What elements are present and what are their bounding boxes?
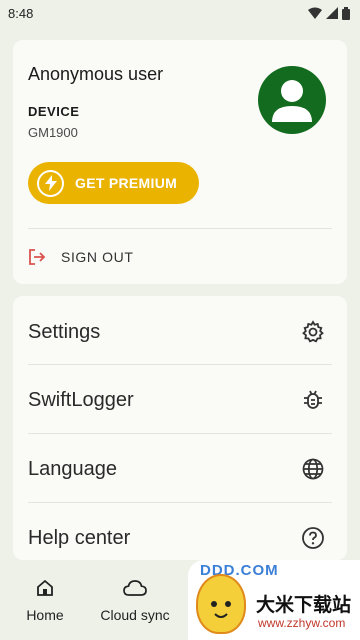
nav-item-cloud-sync[interactable]: Cloud sync — [95, 560, 175, 640]
mascot-icon — [196, 574, 246, 634]
menu-item-language[interactable]: Language — [13, 435, 347, 503]
globe-icon — [302, 458, 324, 480]
menu-item-label: Settings — [28, 320, 101, 343]
watermark-logo: DDD.COM 大米下载站 www.zzhyw.com — [188, 560, 360, 640]
menu-item-label: SwiftLogger — [28, 388, 134, 411]
profile-card: Anonymous user DEVICE GM1900 GET PREMIUM… — [13, 40, 347, 284]
avatar[interactable] — [258, 66, 326, 134]
status-icons — [308, 6, 350, 20]
device-model: GM1900 — [28, 125, 78, 140]
help-icon — [302, 527, 324, 549]
lightning-icon — [37, 169, 64, 197]
menu-item-label: Language — [28, 457, 117, 480]
bug-icon — [304, 390, 322, 409]
battery-icon — [342, 6, 350, 20]
gear-icon — [302, 320, 324, 343]
user-name: Anonymous user — [28, 64, 164, 84]
divider — [28, 364, 332, 365]
menu-card: Settings SwiftLogger Language Help cente… — [13, 296, 347, 560]
sign-out-button[interactable]: SIGN OUT — [13, 233, 347, 281]
cloud-icon — [123, 580, 147, 596]
sign-out-icon — [29, 249, 46, 265]
home-icon — [37, 579, 53, 596]
menu-item-label: Help center — [28, 526, 131, 549]
device-label: DEVICE — [28, 104, 80, 119]
nav-label: Cloud sync — [100, 607, 170, 623]
divider — [28, 433, 332, 434]
watermark-title: 大米下载站 — [256, 595, 352, 616]
sign-out-label: SIGN OUT — [61, 249, 134, 265]
get-premium-button[interactable]: GET PREMIUM — [28, 162, 199, 204]
divider — [28, 228, 332, 229]
signal-icon — [326, 7, 338, 19]
get-premium-label: GET PREMIUM — [75, 175, 178, 191]
menu-item-settings[interactable]: Settings — [13, 298, 347, 366]
status-time: 8:48 — [8, 5, 34, 21]
watermark-url: www.zzhyw.com — [258, 616, 346, 630]
menu-item-swiftlogger[interactable]: SwiftLogger — [13, 366, 347, 434]
divider — [28, 502, 332, 503]
wifi-icon — [308, 7, 322, 19]
nav-item-home[interactable]: Home — [10, 560, 80, 640]
nav-label: Home — [26, 607, 64, 623]
user-icon — [272, 80, 312, 122]
status-bar: 8:48 — [0, 0, 360, 26]
